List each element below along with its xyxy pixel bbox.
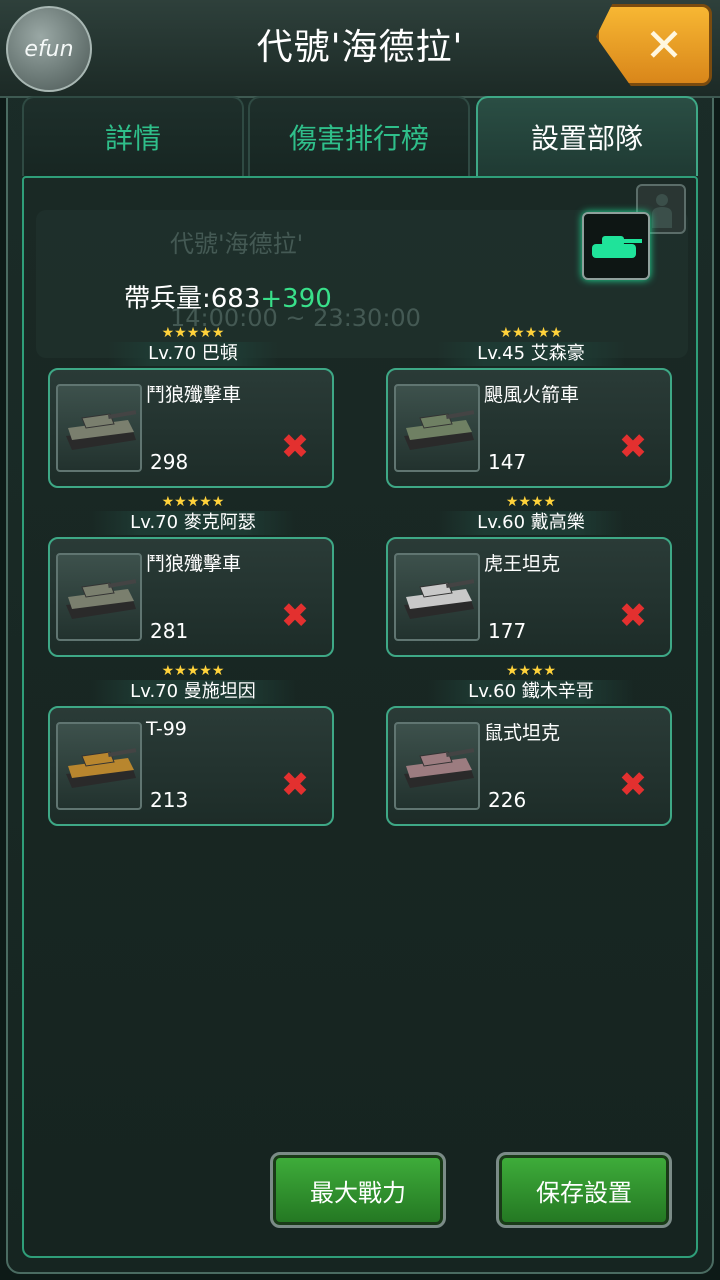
general-name[interactable]: Lv.70 巴頓 bbox=[108, 342, 278, 366]
unit-card[interactable]: 颶風火箭車 147 ✖ bbox=[386, 368, 672, 488]
troop-bonus: +390 bbox=[260, 284, 332, 314]
unit-count: 298 bbox=[150, 450, 189, 474]
unit-thumbnail[interactable] bbox=[56, 384, 142, 472]
person-icon bbox=[652, 194, 672, 228]
unit-name: 虎王坦克 bbox=[484, 553, 561, 575]
unit-count: 147 bbox=[488, 450, 527, 474]
general-name[interactable]: Lv.70 麥克阿瑟 bbox=[90, 511, 296, 535]
star-rating: ★★★★★ bbox=[161, 663, 225, 679]
remove-icon[interactable]: ✖ bbox=[616, 430, 650, 464]
general-name[interactable]: Lv.70 曼施坦因 bbox=[90, 680, 296, 704]
general-name[interactable]: Lv.45 艾森豪 bbox=[437, 342, 625, 366]
unit-count: 213 bbox=[150, 788, 189, 812]
unit-card[interactable]: 鬥狼殲擊車 281 ✖ bbox=[48, 537, 334, 657]
tab-details[interactable]: 詳情 bbox=[22, 96, 244, 176]
unit-count: 226 bbox=[488, 788, 527, 812]
remove-icon[interactable]: ✖ bbox=[278, 430, 312, 464]
troop-capacity-value: 帶兵量:683 bbox=[124, 284, 261, 314]
tank-filter-button[interactable] bbox=[582, 212, 650, 280]
slot-header: ★★★★★ Lv.70 麥克阿瑟 bbox=[48, 495, 338, 535]
unit-card[interactable]: 鼠式坦克 226 ✖ bbox=[386, 706, 672, 826]
unit-thumbnail[interactable] bbox=[56, 722, 142, 810]
tank-icon bbox=[404, 579, 475, 619]
slot-header: ★★★★★ Lv.45 艾森豪 bbox=[386, 326, 676, 366]
background-event-title: 代號'海德拉' bbox=[170, 230, 304, 258]
unit-name: 鼠式坦克 bbox=[484, 722, 561, 744]
unit-thumbnail[interactable] bbox=[56, 553, 142, 641]
remove-icon[interactable]: ✖ bbox=[278, 768, 312, 802]
tank-icon bbox=[404, 410, 475, 450]
slot-header: ★★★★ Lv.60 戴高樂 bbox=[386, 495, 676, 535]
unit-thumbnail[interactable] bbox=[394, 384, 480, 472]
general-name[interactable]: Lv.60 鐵木辛哥 bbox=[428, 680, 634, 704]
star-rating: ★★★★ bbox=[505, 494, 557, 510]
tab-set-troops[interactable]: 設置部隊 bbox=[476, 96, 698, 176]
unit-card[interactable]: T-99 213 ✖ bbox=[48, 706, 334, 826]
close-button[interactable]: ✕ bbox=[596, 4, 712, 86]
remove-icon[interactable]: ✖ bbox=[616, 768, 650, 802]
tank-icon bbox=[66, 748, 137, 788]
unit-count: 177 bbox=[488, 619, 527, 643]
slot-header: ★★★★★ Lv.70 巴頓 bbox=[48, 326, 338, 366]
troop-slot: ★★★★★ Lv.70 巴頓 鬥狼殲擊車 298 ✖ bbox=[48, 326, 338, 488]
close-icon: ✕ bbox=[644, 18, 684, 72]
unit-thumbnail[interactable] bbox=[394, 722, 480, 810]
unit-count: 281 bbox=[150, 619, 189, 643]
tank-icon bbox=[66, 579, 137, 619]
star-rating: ★★★★ bbox=[505, 663, 557, 679]
tank-icon bbox=[592, 236, 642, 258]
star-rating: ★★★★★ bbox=[161, 494, 225, 510]
troop-slot: ★★★★ Lv.60 鐵木辛哥 鼠式坦克 226 ✖ bbox=[386, 664, 676, 826]
unit-name: 鬥狼殲擊車 bbox=[146, 384, 242, 406]
header-bar: efun 代號'海德拉' ✕ bbox=[0, 0, 720, 98]
max-power-button[interactable]: 最大戰力 bbox=[270, 1152, 446, 1228]
unit-name: 颶風火箭車 bbox=[484, 384, 580, 406]
troop-slot: ★★★★★ Lv.70 麥克阿瑟 鬥狼殲擊車 281 ✖ bbox=[48, 495, 338, 657]
unit-name: T-99 bbox=[146, 718, 187, 740]
unit-name: 鬥狼殲擊車 bbox=[146, 553, 242, 575]
remove-icon[interactable]: ✖ bbox=[616, 599, 650, 633]
slot-header: ★★★★ Lv.60 鐵木辛哥 bbox=[386, 664, 676, 704]
save-settings-button[interactable]: 保存設置 bbox=[496, 1152, 672, 1228]
troop-slot: ★★★★★ Lv.70 曼施坦因 T-99 213 ✖ bbox=[48, 664, 338, 826]
tank-icon bbox=[66, 410, 137, 450]
unit-thumbnail[interactable] bbox=[394, 553, 480, 641]
unit-card[interactable]: 鬥狼殲擊車 298 ✖ bbox=[48, 368, 334, 488]
remove-icon[interactable]: ✖ bbox=[278, 599, 312, 633]
star-rating: ★★★★★ bbox=[499, 325, 563, 341]
slot-header: ★★★★★ Lv.70 曼施坦因 bbox=[48, 664, 338, 704]
star-rating: ★★★★★ bbox=[161, 325, 225, 341]
troop-capacity: 帶兵量:683+390 bbox=[124, 278, 332, 315]
unit-card[interactable]: 虎王坦克 177 ✖ bbox=[386, 537, 672, 657]
general-name[interactable]: Lv.60 戴高樂 bbox=[437, 511, 625, 535]
troop-slot: ★★★★ Lv.60 戴高樂 虎王坦克 177 ✖ bbox=[386, 495, 676, 657]
tank-icon bbox=[404, 748, 475, 788]
troop-slot: ★★★★★ Lv.45 艾森豪 颶風火箭車 147 ✖ bbox=[386, 326, 676, 488]
tab-damage-ranking[interactable]: 傷害排行榜 bbox=[248, 96, 470, 176]
